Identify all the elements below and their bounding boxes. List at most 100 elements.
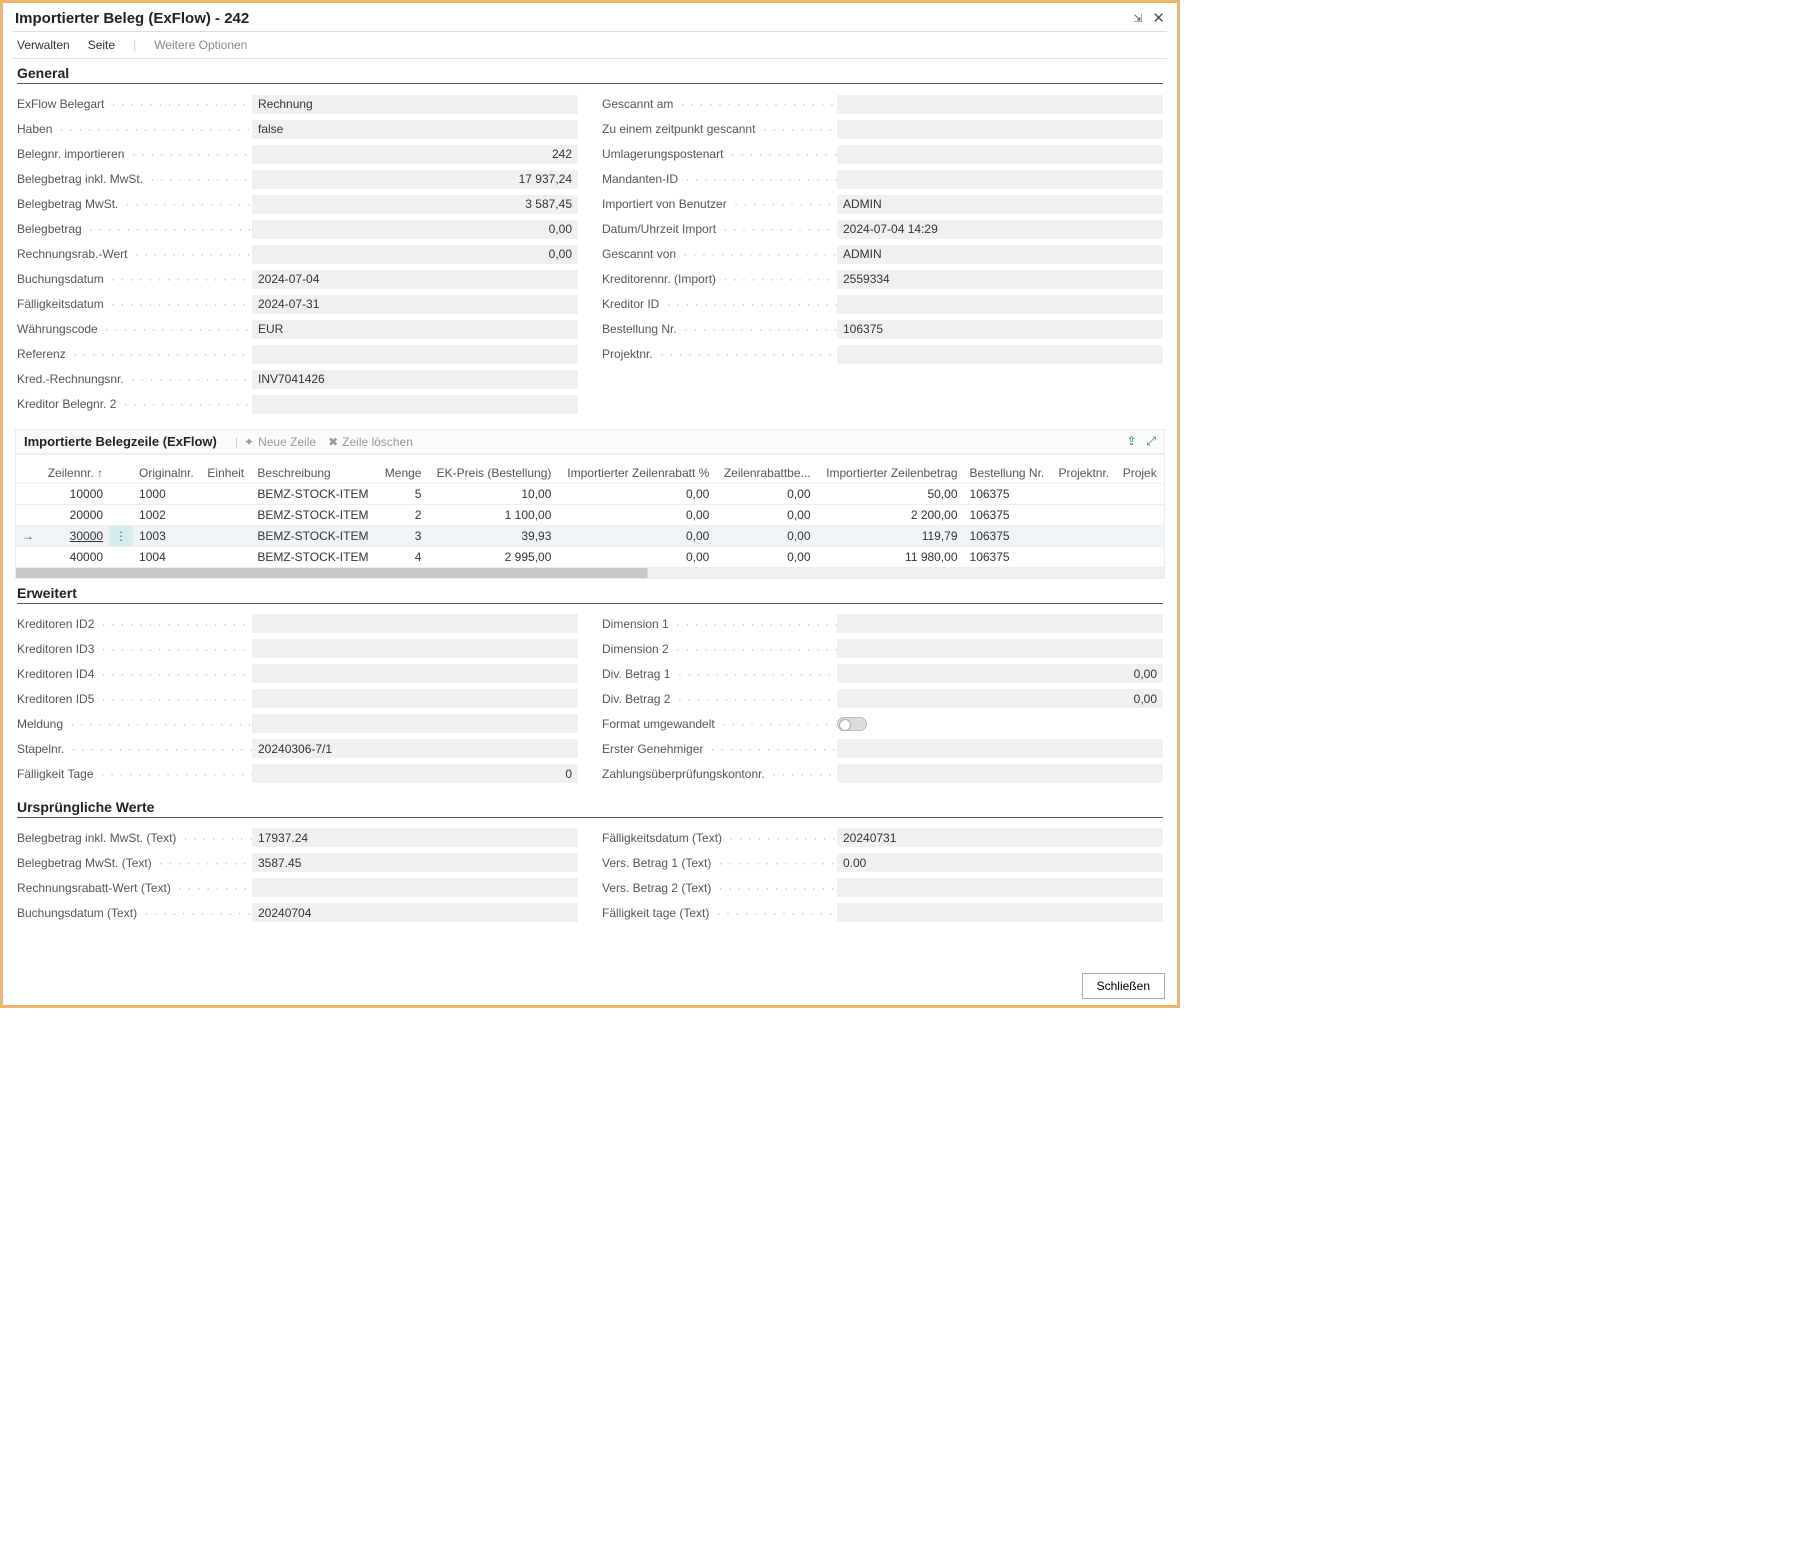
input-faelligkeit[interactable]	[252, 295, 578, 314]
input-exflow-belegart[interactable]	[252, 95, 578, 114]
cell-projektnr[interactable]	[1052, 483, 1116, 504]
input-orig-faelligkeit-tage[interactable]	[837, 903, 1163, 922]
cell-beschreibung[interactable]: BEMZ-STOCK-ITEM	[251, 504, 377, 525]
section-general[interactable]: General	[17, 65, 1163, 84]
cell-projektnr[interactable]	[1052, 546, 1116, 567]
cell-rabatt-pct[interactable]: 0,00	[557, 525, 715, 546]
cell-rabatt-pct[interactable]: 0,00	[557, 483, 715, 504]
lines-title[interactable]: Importierte Belegzeile (ExFlow)	[24, 434, 217, 449]
input-kred-rechnr[interactable]	[252, 370, 578, 389]
delete-line-button[interactable]: ✖ Zeile löschen	[328, 435, 413, 449]
input-orig-faelligkeit[interactable]	[837, 828, 1163, 847]
horizontal-scrollbar[interactable]	[16, 568, 1164, 578]
input-belegbetrag-inkl[interactable]	[252, 170, 578, 189]
input-kred-id2[interactable]	[252, 614, 578, 633]
cell-einheit[interactable]	[201, 483, 251, 504]
collapse-icon[interactable]: ⇲	[1133, 12, 1142, 25]
share-icon[interactable]: ⇪	[1126, 434, 1136, 449]
input-datum-uhrzeit[interactable]	[837, 220, 1163, 239]
col-zeilennr[interactable]: Zeilennr. ↑	[40, 455, 109, 483]
section-orig[interactable]: Ursprüngliche Werte	[17, 799, 1163, 818]
cell-originalnr[interactable]: 1002	[133, 504, 201, 525]
cell-originalnr[interactable]: 1004	[133, 546, 201, 567]
input-referenz[interactable]	[252, 345, 578, 364]
toggle-format-umgewandelt[interactable]	[837, 717, 867, 731]
close-button[interactable]: Schließen	[1082, 973, 1165, 999]
col-originalnr[interactable]: Originalnr.	[133, 455, 201, 483]
cell-originalnr[interactable]: 1000	[133, 483, 201, 504]
row-menu-icon[interactable]: ⋮	[109, 525, 133, 546]
cell-menge[interactable]: 3	[378, 525, 428, 546]
cell-zeilenbetrag[interactable]: 50,00	[817, 483, 964, 504]
cell-zeilennr[interactable]: 10000	[40, 483, 109, 504]
input-projektnr[interactable]	[837, 345, 1163, 364]
col-einheit[interactable]: Einheit	[201, 455, 251, 483]
input-meldung[interactable]	[252, 714, 578, 733]
input-umlagerungspostenart[interactable]	[837, 145, 1163, 164]
section-erweitert[interactable]: Erweitert	[17, 585, 1163, 604]
cell-ek[interactable]: 2 995,00	[427, 546, 557, 567]
close-icon[interactable]: ✕	[1152, 9, 1165, 27]
col-imp-rabatt-pct[interactable]: Importierter Zeilenrabatt %	[557, 455, 715, 483]
col-beschreibung[interactable]: Beschreibung	[251, 455, 377, 483]
cell-projektnr[interactable]	[1052, 525, 1116, 546]
cell-bestellung[interactable]: 106375	[964, 525, 1053, 546]
input-kred-id5[interactable]	[252, 689, 578, 708]
col-zeilenrabattbe[interactable]: Zeilenrabattbe...	[715, 455, 816, 483]
table-row[interactable]: 20000 1002 BEMZ-STOCK-ITEM 2 1 100,00 0,…	[16, 504, 1164, 525]
input-kred-id3[interactable]	[252, 639, 578, 658]
input-gescannt-am[interactable]	[837, 95, 1163, 114]
col-bestellung-nr[interactable]: Bestellung Nr.	[964, 455, 1053, 483]
cell-menge[interactable]: 5	[378, 483, 428, 504]
table-row[interactable]: 40000 1004 BEMZ-STOCK-ITEM 4 2 995,00 0,…	[16, 546, 1164, 567]
cell-ek[interactable]: 39,93	[427, 525, 557, 546]
input-belegbetrag-mwst[interactable]	[252, 195, 578, 214]
new-line-button[interactable]: ✦ Neue Zeile	[244, 435, 316, 449]
input-faelligkeit-tage[interactable]	[252, 764, 578, 783]
input-gescannt-von[interactable]	[837, 245, 1163, 264]
cell-menge[interactable]: 4	[378, 546, 428, 567]
input-belegbetrag[interactable]	[252, 220, 578, 239]
col-projektnr[interactable]: Projektnr.	[1052, 455, 1116, 483]
cell-zeilennr[interactable]: 30000	[40, 525, 109, 546]
input-orig-belegbetrag-inkl[interactable]	[252, 828, 578, 847]
input-kreditorennr[interactable]	[837, 270, 1163, 289]
cell-zeilenbetrag[interactable]: 11 980,00	[817, 546, 964, 567]
cell-rabatt-be[interactable]: 0,00	[715, 525, 816, 546]
table-row-selected[interactable]: → 30000 ⋮ 1003 BEMZ-STOCK-ITEM 3 39,93 0…	[16, 525, 1164, 546]
cell-zeilennr[interactable]: 40000	[40, 546, 109, 567]
input-bestellung-nr[interactable]	[837, 320, 1163, 339]
input-kred-id4[interactable]	[252, 664, 578, 683]
cell-rabatt-be[interactable]: 0,00	[715, 504, 816, 525]
input-importiert-von[interactable]	[837, 195, 1163, 214]
input-kreditor-id[interactable]	[837, 295, 1163, 314]
cell-einheit[interactable]	[201, 525, 251, 546]
input-dim1[interactable]	[837, 614, 1163, 633]
input-mandanten-id[interactable]	[837, 170, 1163, 189]
cell-ek[interactable]: 1 100,00	[427, 504, 557, 525]
col-menge[interactable]: Menge	[378, 455, 428, 483]
input-erster-gen[interactable]	[837, 739, 1163, 758]
col-imp-zeilenbetrag[interactable]: Importierter Zeilenbetrag	[817, 455, 964, 483]
input-dim2[interactable]	[837, 639, 1163, 658]
input-zahlungspruef[interactable]	[837, 764, 1163, 783]
cell-rabatt-be[interactable]: 0,00	[715, 546, 816, 567]
cell-zeilennr[interactable]: 20000	[40, 504, 109, 525]
input-orig-vers1[interactable]	[837, 853, 1163, 872]
tab-seite[interactable]: Seite	[88, 38, 115, 52]
input-orig-rechnungsrab[interactable]	[252, 878, 578, 897]
cell-rabatt-pct[interactable]: 0,00	[557, 504, 715, 525]
input-zeitpunkt-gescannt[interactable]	[837, 120, 1163, 139]
cell-bestellung[interactable]: 106375	[964, 483, 1053, 504]
table-row[interactable]: 10000 1000 BEMZ-STOCK-ITEM 5 10,00 0,00 …	[16, 483, 1164, 504]
col-ekpreis[interactable]: EK-Preis (Bestellung)	[427, 455, 557, 483]
input-orig-buchungsdatum[interactable]	[252, 903, 578, 922]
input-stapelnr[interactable]	[252, 739, 578, 758]
input-buchungsdatum[interactable]	[252, 270, 578, 289]
cell-bestellung[interactable]: 106375	[964, 504, 1053, 525]
cell-rabatt-pct[interactable]: 0,00	[557, 546, 715, 567]
cell-bestellung[interactable]: 106375	[964, 546, 1053, 567]
cell-projektnr[interactable]	[1052, 504, 1116, 525]
input-belegnr-import[interactable]	[252, 145, 578, 164]
cell-originalnr[interactable]: 1003	[133, 525, 201, 546]
